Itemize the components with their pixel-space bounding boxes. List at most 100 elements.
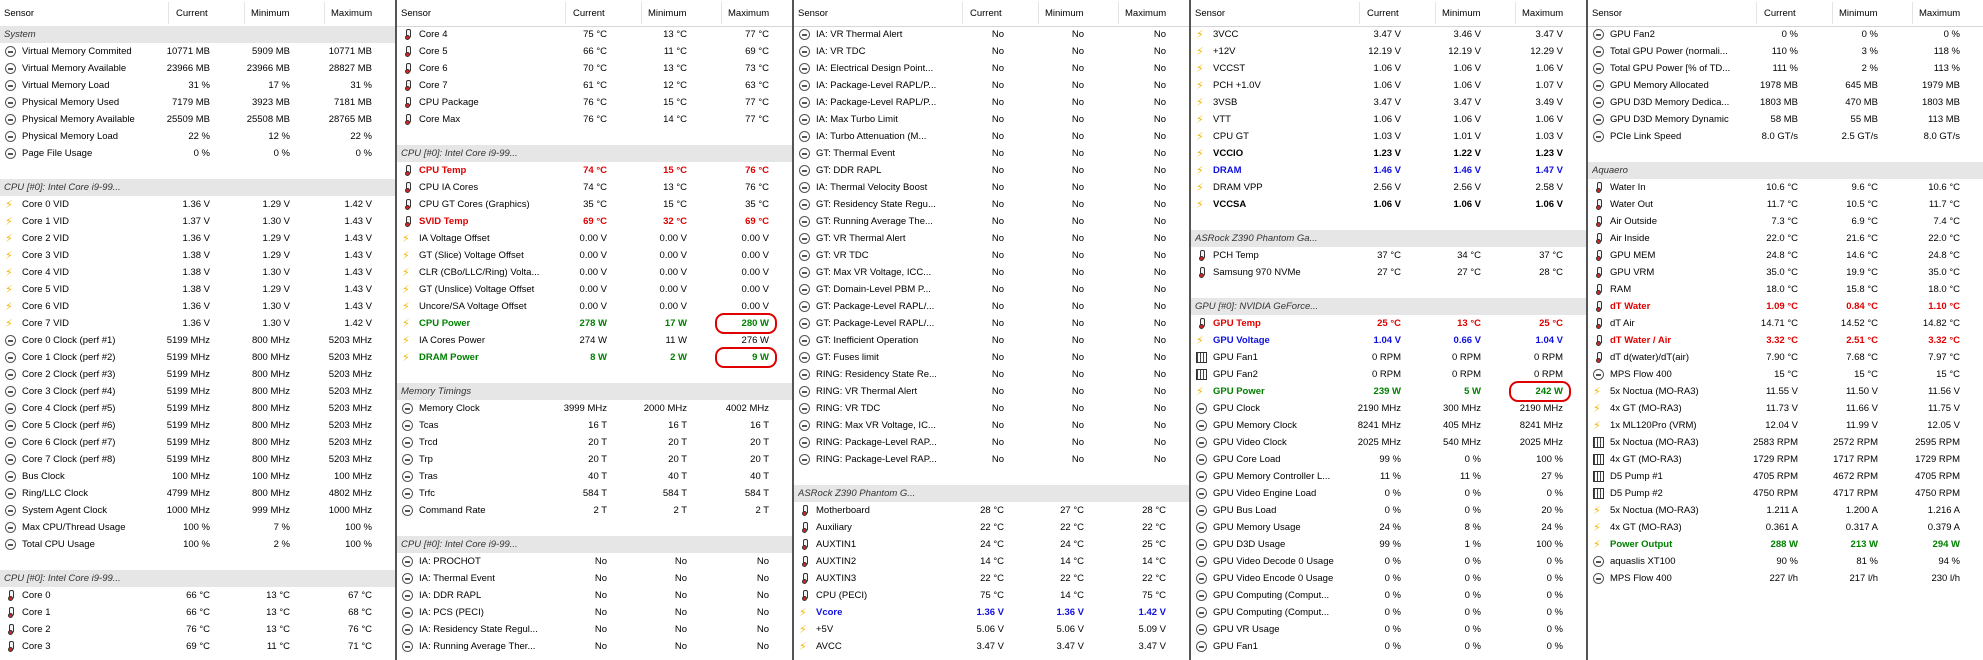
sensor-row[interactable]: GPU Clock 2190 MHz 300 MHz 2190 MHz: [1191, 400, 1586, 417]
sensor-row[interactable]: AUXTIN3 22 °C 22 °C 22 °C: [794, 570, 1189, 587]
column-divider[interactable]: [1756, 2, 1757, 24]
column-header-minimum[interactable]: Minimum: [648, 8, 687, 19]
sensor-row[interactable]: GPU MEM 24.8 °C 14.6 °C 24.8 °C: [1588, 247, 1983, 264]
sensor-row[interactable]: GT: Running Average The... No No No: [794, 213, 1189, 230]
sensor-row[interactable]: Tcas 16 T 16 T 16 T: [397, 417, 792, 434]
sensor-row[interactable]: Core 1 Clock (perf #2) 5199 MHz 800 MHz 520…: [0, 349, 395, 366]
sensor-row[interactable]: SVID Temp 69 °C 32 °C 69 °C: [397, 213, 792, 230]
sensor-row[interactable]: GPU Voltage1.04 V0.66 V1.04 V: [1191, 332, 1586, 349]
sensor-row[interactable]: IA: Package-Level RAPL/P... No No No: [794, 77, 1189, 94]
sensor-row[interactable]: RAM 18.0 °C 15.8 °C 18.0 °C: [1588, 281, 1983, 298]
sensor-row[interactable]: IA: VR TDC No No No: [794, 43, 1189, 60]
sensor-row[interactable]: Motherboard 28 °C 27 °C 28 °C: [794, 502, 1189, 519]
sensor-row[interactable]: Core 2 VID1.36 V1.29 V1.43 V: [0, 230, 395, 247]
sensor-row[interactable]: Core 4 Clock (perf #5) 5199 MHz 800 MHz 520…: [0, 400, 395, 417]
sensor-row[interactable]: Core 3 69 °C 11 °C 71 °C: [0, 638, 395, 655]
sensor-row[interactable]: GPU Video Clock 2025 MHz 540 MHz 2025 MHz: [1191, 434, 1586, 451]
sensor-row[interactable]: 5x Noctua (MO-RA3)1.211 A1.200 A1.216 A: [1588, 502, 1983, 519]
sensor-row[interactable]: Core 0 66 °C 13 °C 67 °C: [0, 587, 395, 604]
sensor-row[interactable]: Physical Memory Used 7179 MB 3923 MB 7181 M…: [0, 94, 395, 111]
sensor-panel[interactable]: Sensor Current Minimum Maximum System Virtual…: [0, 0, 395, 660]
sensor-row[interactable]: CPU Temp 74 °C 15 °C 76 °C: [397, 162, 792, 179]
sensor-row[interactable]: Core 2 76 °C 13 °C 76 °C: [0, 621, 395, 638]
sensor-row[interactable]: PCH Temp 37 °C 34 °C 37 °C: [1191, 247, 1586, 264]
sensor-row[interactable]: Power Output288 W213 W294 W: [1588, 536, 1983, 553]
sensor-row[interactable]: DRAM1.46 V1.46 V1.47 V: [1191, 162, 1586, 179]
sensor-row[interactable]: GT: Fuses limit No No No: [794, 349, 1189, 366]
column-header-maximum[interactable]: Maximum: [331, 8, 372, 19]
sensor-group-header[interactable]: GPU [#0]: NVIDIA GeForce...: [1191, 298, 1586, 315]
sensor-row[interactable]: Core 7 Clock (perf #8) 5199 MHz 800 MHz 520…: [0, 451, 395, 468]
sensor-row[interactable]: Total GPU Power [% of TD... 111 % 2 % 113 %: [1588, 60, 1983, 77]
sensor-row[interactable]: Memory Clock 3999 MHz 2000 MHz 4002 MHz: [397, 400, 792, 417]
sensor-row[interactable]: System Agent Clock 1000 MHz 999 MHz 1000 MH…: [0, 502, 395, 519]
sensor-row[interactable]: Core 4 75 °C 13 °C 77 °C: [397, 26, 792, 43]
sensor-group-header[interactable]: ASRock Z390 Phantom G...: [794, 485, 1189, 502]
sensor-row[interactable]: CPU GT Cores (Graphics) 35 °C 15 °C 35 °C: [397, 196, 792, 213]
sensor-row[interactable]: RING: Package-Level RAP... No No No: [794, 451, 1189, 468]
sensor-row[interactable]: GPU Video Decode 0 Usage 0 % 0 % 0 %: [1191, 553, 1586, 570]
column-divider[interactable]: [324, 2, 325, 24]
column-divider[interactable]: [1359, 2, 1360, 24]
sensor-group-header[interactable]: CPU [#0]: Intel Core i9-99...: [397, 145, 792, 162]
sensor-row[interactable]: RING: Package-Level RAP... No No No: [794, 434, 1189, 451]
column-header[interactable]: Sensor Current Minimum Maximum: [794, 0, 1189, 27]
sensor-row[interactable]: 3VCC3.47 V3.46 V3.47 V: [1191, 26, 1586, 43]
column-header-sensor[interactable]: Sensor: [798, 8, 828, 19]
column-divider[interactable]: [1038, 2, 1039, 24]
sensor-row[interactable]: GPU Computing (Comput... 0 % 0 % 0 %: [1191, 604, 1586, 621]
sensor-row[interactable]: Core 4 VID1.38 V1.30 V1.43 V: [0, 264, 395, 281]
sensor-panel[interactable]: Sensor Current Minimum Maximum GPU Fan2 0 % 0 …: [1588, 0, 1983, 660]
sensor-row[interactable]: 4x GT (MO-RA3)0.361 A0.317 A0.379 A: [1588, 519, 1983, 536]
sensor-row[interactable]: 5x Noctua (MO-RA3) 2583 RPM 2572 RPM 2595 R…: [1588, 434, 1983, 451]
sensor-row[interactable]: Virtual Memory Available 23966 MB 23966 MB…: [0, 60, 395, 77]
sensor-row[interactable]: Core 5 VID1.38 V1.29 V1.43 V: [0, 281, 395, 298]
sensor-row[interactable]: GPU Temp 25 °C 13 °C 25 °C: [1191, 315, 1586, 332]
column-header-current[interactable]: Current: [1764, 8, 1796, 19]
column-header[interactable]: Sensor Current Minimum Maximum: [397, 0, 792, 27]
sensor-row[interactable]: AUXTIN2 14 °C 14 °C 14 °C: [794, 553, 1189, 570]
sensor-row[interactable]: 5x Noctua (MO-RA3)11.55 V11.50 V11.56 V: [1588, 383, 1983, 400]
column-header[interactable]: Sensor Current Minimum Maximum: [0, 0, 395, 27]
sensor-row[interactable]: GT: Package-Level RAPL/... No No No: [794, 315, 1189, 332]
sensor-row[interactable]: Core 6 VID1.36 V1.30 V1.43 V: [0, 298, 395, 315]
sensor-row[interactable]: RING: Residency State Re... No No No: [794, 366, 1189, 383]
sensor-row[interactable]: Virtual Memory Commited 10771 MB 5909 MB 10…: [0, 43, 395, 60]
column-header[interactable]: Sensor Current Minimum Maximum: [1588, 0, 1983, 27]
column-header-maximum[interactable]: Maximum: [1522, 8, 1563, 19]
sensor-row[interactable]: AVCC3.47 V3.47 V3.47 V: [794, 638, 1189, 655]
sensor-row[interactable]: +12V12.19 V12.19 V12.29 V: [1191, 43, 1586, 60]
column-header-minimum[interactable]: Minimum: [1045, 8, 1084, 19]
sensor-row[interactable]: Core Max 76 °C 14 °C 77 °C: [397, 111, 792, 128]
column-header-minimum[interactable]: Minimum: [1442, 8, 1481, 19]
column-header-sensor[interactable]: Sensor: [4, 8, 34, 19]
sensor-panel[interactable]: Sensor Current Minimum Maximum IA: VR Therma…: [794, 0, 1189, 660]
sensor-row[interactable]: GPU Video Engine Load 0 % 0 % 0 %: [1191, 485, 1586, 502]
sensor-group-header[interactable]: System: [0, 26, 395, 43]
sensor-row[interactable]: Core 7 VID1.36 V1.30 V1.42 V: [0, 315, 395, 332]
column-divider[interactable]: [1515, 2, 1516, 24]
column-header-minimum[interactable]: Minimum: [1839, 8, 1878, 19]
sensor-row[interactable]: IA: Thermal Velocity Boost No No No: [794, 179, 1189, 196]
sensor-row[interactable]: GT: VR TDC No No No: [794, 247, 1189, 264]
sensor-group-header[interactable]: ASRock Z390 Phantom Ga...: [1191, 230, 1586, 247]
sensor-row[interactable]: Trfc 584 T 584 T 584 T: [397, 485, 792, 502]
sensor-row[interactable]: dT Water / Air 3.32 °C 2.51 °C 3.32 °C: [1588, 332, 1983, 349]
sensor-row[interactable]: GT (Slice) Voltage Offset0.00 V0.00 V0.0…: [397, 247, 792, 264]
sensor-row[interactable]: CPU Power278 W17 W280 W: [397, 313, 792, 334]
sensor-row[interactable]: Water Out 11.7 °C 10.5 °C 11.7 °C: [1588, 196, 1983, 213]
sensor-row[interactable]: 4x GT (MO-RA3) 1729 RPM 1717 RPM 1729 RPM: [1588, 451, 1983, 468]
column-header-current[interactable]: Current: [970, 8, 1002, 19]
sensor-row[interactable]: IA: PROCHOT No No No: [397, 553, 792, 570]
sensor-row[interactable]: Air Inside 22.0 °C 21.6 °C 22.0 °C: [1588, 230, 1983, 247]
sensor-row[interactable]: GPU Memory Allocated 1978 MB 645 MB 1979 MB: [1588, 77, 1983, 94]
sensor-row[interactable]: GPU Memory Controller L... 11 % 11 % 27 %: [1191, 468, 1586, 485]
sensor-row[interactable]: Bus Clock 100 MHz 100 MHz 100 MHz: [0, 468, 395, 485]
sensor-row[interactable]: GT: VR Thermal Alert No No No: [794, 230, 1189, 247]
sensor-row[interactable]: Core 3 VID1.38 V1.29 V1.43 V: [0, 247, 395, 264]
column-header-current[interactable]: Current: [1367, 8, 1399, 19]
sensor-row[interactable]: IA: Max Turbo Limit No No No: [794, 111, 1189, 128]
sensor-row[interactable]: GT: Inefficient Operation No No No: [794, 332, 1189, 349]
sensor-row[interactable]: IA: Package-Level RAPL/P... No No No: [794, 94, 1189, 111]
sensor-row[interactable]: IA: Turbo Attenuation (M... No No No: [794, 128, 1189, 145]
